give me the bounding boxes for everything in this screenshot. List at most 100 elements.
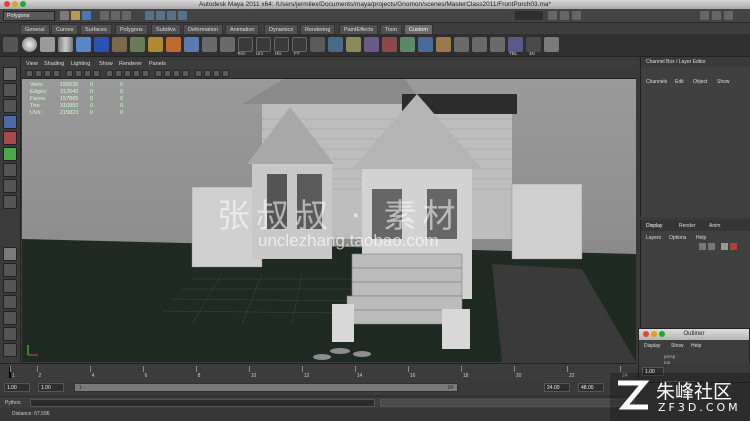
mirror-icon[interactable] [202,37,217,52]
poly-cylinder-icon[interactable] [58,37,73,52]
new-layer-selected-icon[interactable] [730,243,737,250]
panel-menu-show[interactable]: Show [99,61,113,67]
shadows-icon[interactable] [155,70,162,77]
poly-sphere-icon[interactable] [22,37,37,52]
extrude-icon[interactable] [310,37,325,52]
bridge-icon[interactable] [328,37,343,52]
soft-modification-tool-icon[interactable] [3,179,17,193]
freeze-transform-icon[interactable] [292,37,307,52]
outliner-icon[interactable] [454,37,469,52]
depth-of-field-icon[interactable] [213,70,220,77]
textured-icon[interactable] [133,70,140,77]
persp-graph-layout-icon[interactable] [3,295,17,309]
move-layer-down-icon[interactable] [708,243,715,250]
layer-menu-layers[interactable]: Layers [646,235,661,241]
panel-menu-renderer[interactable]: Renderer [119,61,142,67]
outliner-menu-show[interactable]: Show [671,343,684,349]
x-ray-icon[interactable] [173,70,180,77]
poly-plane-icon[interactable] [94,37,109,52]
lasso-tool-icon[interactable] [3,83,17,97]
history-icon[interactable] [274,37,289,52]
move-layer-up-icon[interactable] [699,243,706,250]
show-attribute-editor-icon[interactable] [700,11,709,20]
panel-menu-lighting[interactable]: Lighting [71,61,90,67]
snap-surface-icon[interactable] [178,11,187,20]
range-bar[interactable]: 1 24 [74,383,458,392]
manipulator-tool-icon[interactable] [3,163,17,177]
untemplate-icon[interactable] [256,37,271,52]
camera-attributes-icon[interactable] [35,70,42,77]
show-channel-box-icon[interactable] [724,11,733,20]
smooth-shade-icon[interactable] [115,70,122,77]
shelf-tab-rendering[interactable]: Rendering [300,24,336,34]
outliner-menu-display[interactable]: Display [644,343,660,349]
poly-cube-icon[interactable] [40,37,55,52]
outliner-menu-help[interactable]: Help [691,343,701,349]
paint-select-tool-icon[interactable] [3,99,17,113]
high-quality-icon[interactable] [195,70,202,77]
panel-menu-view[interactable]: View [26,61,38,67]
input-field[interactable] [515,11,543,20]
close-window-button[interactable] [4,1,10,7]
image-plane-icon[interactable] [53,70,60,77]
bevel-icon[interactable] [400,37,415,52]
gate-mask-icon[interactable] [93,70,100,77]
custom-layout-icon[interactable] [3,327,17,341]
persp-outliner-layout-icon[interactable] [3,279,17,293]
command-input[interactable] [30,399,375,407]
time-slider[interactable]: 124681012141618202224 [0,363,636,382]
select-tool-icon[interactable] [3,67,17,81]
channel-menu-channels[interactable]: Channels [646,79,667,85]
new-scene-icon[interactable] [60,11,69,20]
minimize-window-button[interactable] [12,1,18,7]
panel-menu-panels[interactable]: Panels [149,61,166,67]
combine-icon[interactable] [148,37,163,52]
new-layer-icon[interactable] [721,243,728,250]
layer-menu-help[interactable]: Help [696,235,706,241]
anti-alias-icon[interactable] [204,70,211,77]
panel-menu-shading[interactable]: Shading [44,61,64,67]
isolate-select-icon[interactable] [182,70,189,77]
extract-icon[interactable] [184,37,199,52]
toggle-3n-icon[interactable] [526,37,541,52]
menu-set-selector[interactable]: Polygons [3,11,55,21]
channel-menu-edit[interactable]: Edit [675,79,684,85]
camera-select-icon[interactable] [26,70,33,77]
show-manipulator-tool-icon[interactable] [3,195,17,209]
shelf-menu-icon[interactable] [3,37,18,52]
layer-tab-display[interactable]: Display [646,223,662,229]
bookmark-icon[interactable] [44,70,51,77]
motion-blur-icon[interactable] [222,70,229,77]
end-time-field[interactable]: 48.00 [578,383,604,392]
uv-editor-icon[interactable] [418,37,433,52]
custom-script-icon[interactable] [544,37,559,52]
channel-menu-object[interactable]: Object [693,79,707,85]
smooth-icon[interactable] [220,37,235,52]
shelf-tab-general[interactable]: General [20,24,50,34]
ambient-occlusion-icon[interactable] [164,70,171,77]
shelf-tab-curves[interactable]: Curves [51,24,79,34]
more-layouts-icon[interactable] [3,343,17,357]
four-pane-layout-icon[interactable] [3,263,17,277]
template-icon[interactable] [238,37,253,52]
snap-curve-icon[interactable] [156,11,165,20]
channel-menu-show[interactable]: Show [717,79,730,85]
snap-point-icon[interactable] [167,11,176,20]
shelf-tab-dynamics[interactable]: Dynamics [264,24,299,34]
scale-tool-icon[interactable] [3,147,17,161]
wireframe-on-shaded-icon[interactable] [124,70,131,77]
select-component-icon[interactable] [122,11,131,20]
render-icon[interactable] [548,11,557,20]
hypershade-layout-icon[interactable] [3,311,17,325]
rotate-tool-icon[interactable] [3,131,17,145]
layer-tab-anim[interactable]: Anim [709,223,720,229]
append-polygon-icon[interactable] [346,37,361,52]
shelf-tab-polygons[interactable]: Polygons [115,24,148,34]
use-lights-icon[interactable] [142,70,149,77]
hypershade-icon[interactable] [436,37,451,52]
shelf-tab-custom[interactable]: Custom [404,24,433,34]
start-time-field[interactable]: 1.00 [4,383,30,392]
toggle-tbl-icon[interactable] [508,37,523,52]
playback-end-field[interactable]: 24.00 [544,383,570,392]
separate-icon[interactable] [166,37,181,52]
